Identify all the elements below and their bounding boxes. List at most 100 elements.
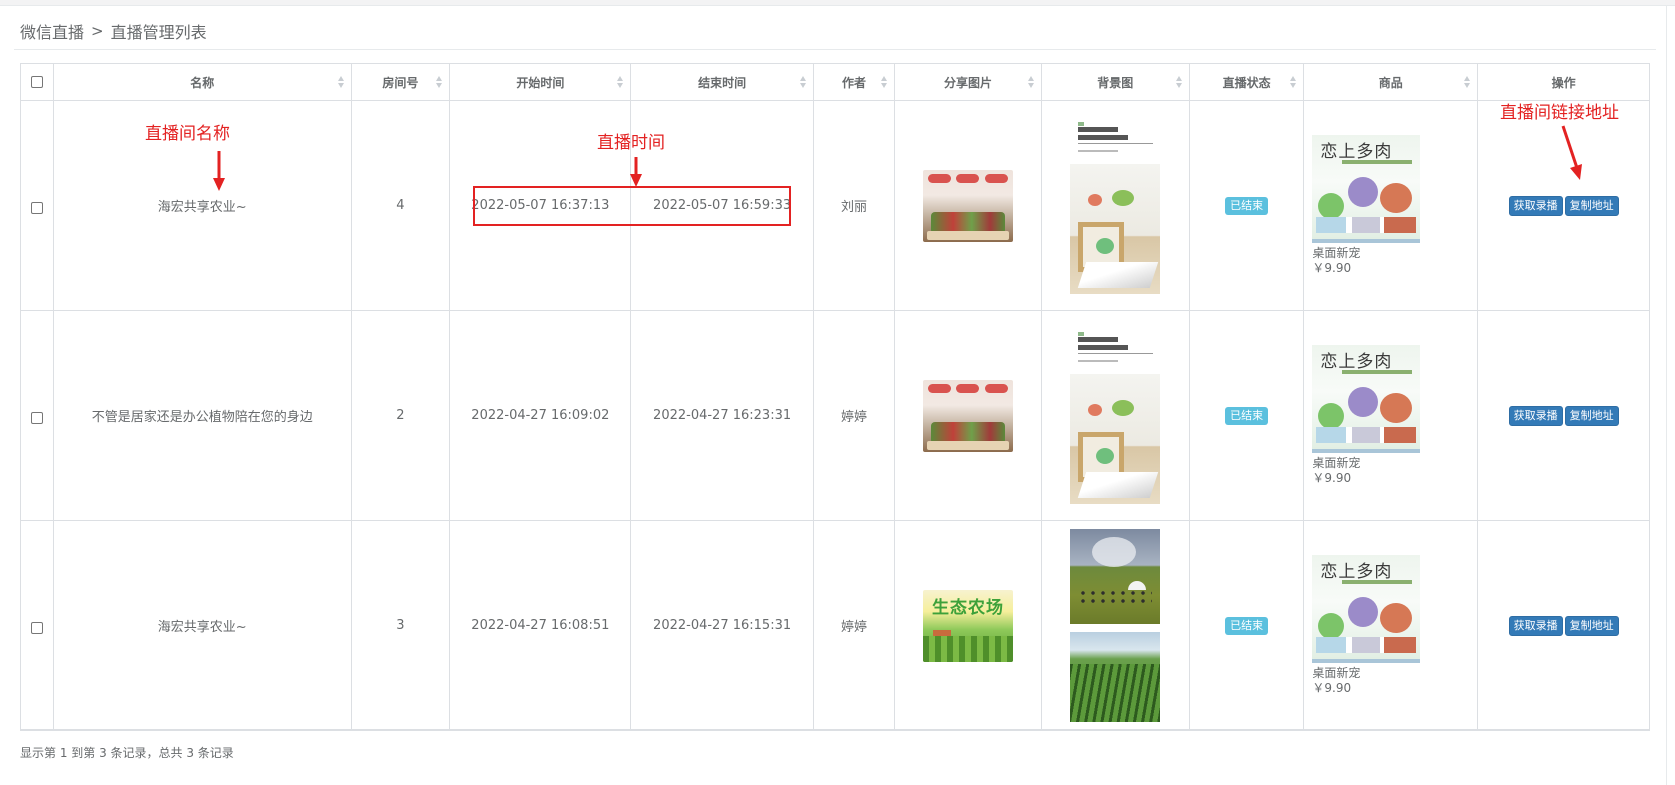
column-header-author[interactable]: 作者 xyxy=(812,63,896,101)
cell-actions: 获取录播 复制地址 xyxy=(1477,310,1650,521)
column-header-background[interactable]: 背景图 xyxy=(1040,63,1190,101)
status-badge: 已结束 xyxy=(1225,196,1269,215)
cell-author: 刘丽 xyxy=(812,100,896,311)
row-checkbox[interactable] xyxy=(30,201,43,214)
right-divider xyxy=(1666,6,1667,785)
cell-start-time: 2022-04-27 16:09:02 xyxy=(449,310,632,521)
table-row: 海宏共享农业~ 4 2022-05-07 16:37:13 2022-05-07… xyxy=(20,100,1650,311)
column-header-end-time[interactable]: 结束时间 xyxy=(630,63,814,101)
breadcrumb: 微信直播 > 直播管理列表 xyxy=(20,19,207,43)
annotation-arrow-icon xyxy=(213,151,225,191)
cell-start-time: 2022-04-27 16:08:51 xyxy=(449,520,632,731)
column-header-status[interactable]: 直播状态 xyxy=(1188,63,1305,101)
copy-address-button[interactable]: 复制地址 xyxy=(1564,615,1619,636)
cell-background xyxy=(1040,520,1190,731)
cell-share-image xyxy=(894,310,1042,521)
copy-address-button[interactable]: 复制地址 xyxy=(1564,405,1619,426)
column-header-start-time[interactable]: 开始时间 xyxy=(449,63,632,101)
cell-author: 婷婷 xyxy=(812,310,896,521)
share-image[interactable] xyxy=(922,169,1013,242)
get-recording-button[interactable]: 获取录播 xyxy=(1508,615,1563,636)
background-image[interactable] xyxy=(1070,163,1161,294)
annotation-live-link: 直播间链接地址 xyxy=(1500,103,1619,123)
status-badge: 已结束 xyxy=(1225,406,1269,425)
table-row: 海宏共享农业~ 3 2022-04-27 16:08:51 2022-04-27… xyxy=(20,520,1650,731)
cell-goods: 恋上多肉 桌面新宠 ￥9.90 xyxy=(1303,100,1479,311)
cell-room: 2 xyxy=(350,310,451,521)
cell-background xyxy=(1040,310,1190,521)
column-header-share-image[interactable]: 分享图片 xyxy=(894,63,1042,101)
sort-icon[interactable] xyxy=(1175,76,1183,90)
copy-address-button[interactable]: 复制地址 xyxy=(1564,195,1619,216)
cell-share-image xyxy=(894,100,1042,311)
select-all-cell xyxy=(20,63,54,101)
goods-price: ￥9.90 xyxy=(1312,471,1352,485)
breadcrumb-divider xyxy=(14,49,1656,50)
row-checkbox[interactable] xyxy=(30,621,43,634)
table-row: 不管是居家还是办公植物陪在您的身边 2 2022-04-27 16:09:02 … xyxy=(20,310,1650,521)
cell-end-time: 2022-04-27 16:15:31 xyxy=(630,520,814,731)
column-header-goods[interactable]: 商品 xyxy=(1303,63,1479,101)
annotation-live-name: 直播间名称 xyxy=(145,124,230,144)
top-strip xyxy=(0,0,1675,6)
cell-status: 已结束 xyxy=(1188,520,1305,731)
background-image[interactable] xyxy=(1070,327,1161,366)
cell-name: 不管是居家还是办公植物陪在您的身边 xyxy=(52,310,352,521)
goods-price: ￥9.90 xyxy=(1312,681,1352,695)
background-image[interactable] xyxy=(1070,373,1161,504)
cell-actions: 获取录播 复制地址 xyxy=(1477,520,1650,731)
goods-name: 桌面新宠 xyxy=(1312,456,1361,470)
table-bottom-divider xyxy=(20,729,1650,730)
select-all-checkbox[interactable] xyxy=(30,75,43,88)
sort-icon[interactable] xyxy=(1027,76,1035,90)
sort-icon[interactable] xyxy=(799,76,807,90)
column-header-name[interactable]: 名称 xyxy=(52,63,352,101)
goods-name: 桌面新宠 xyxy=(1312,246,1361,260)
background-image[interactable] xyxy=(1070,117,1161,156)
goods-image[interactable]: 恋上多肉 xyxy=(1312,135,1421,243)
status-badge: 已结束 xyxy=(1225,616,1269,635)
background-image[interactable] xyxy=(1070,529,1161,624)
column-header-room[interactable]: 房间号 xyxy=(350,63,451,101)
goods-name: 桌面新宠 xyxy=(1312,666,1361,680)
row-select-cell xyxy=(20,100,54,311)
column-header-actions: 操作 xyxy=(1477,63,1650,101)
cell-name: 海宏共享农业~ xyxy=(52,520,352,731)
breadcrumb-root[interactable]: 微信直播 xyxy=(20,19,84,43)
sort-icon[interactable] xyxy=(436,76,443,90)
pagination-info: 显示第 1 到第 3 条记录，总共 3 条记录 xyxy=(20,746,234,760)
live-list-table: 名称 房间号 开始时间 结束时间 作者 分享图片 背景图 直播状态 商品 操作 … xyxy=(20,63,1650,731)
breadcrumb-separator: > xyxy=(91,22,104,40)
cell-background xyxy=(1040,100,1190,311)
share-image[interactable] xyxy=(922,379,1013,452)
goods-price: ￥9.90 xyxy=(1312,261,1352,275)
share-image[interactable]: 生态农场 xyxy=(922,589,1013,662)
breadcrumb-current: 直播管理列表 xyxy=(110,23,207,42)
sort-icon[interactable] xyxy=(617,76,624,90)
sort-icon[interactable] xyxy=(1464,76,1471,90)
background-image[interactable] xyxy=(1070,632,1161,722)
cell-goods: 恋上多肉 桌面新宠 ￥9.90 xyxy=(1303,520,1479,731)
row-checkbox[interactable] xyxy=(30,411,43,424)
row-select-cell xyxy=(20,520,54,731)
cell-share-image: 生态农场 xyxy=(894,520,1042,731)
cell-room: 4 xyxy=(350,100,451,311)
cell-status: 已结束 xyxy=(1188,100,1305,311)
sort-icon[interactable] xyxy=(1290,76,1297,90)
get-recording-button[interactable]: 获取录播 xyxy=(1508,405,1563,426)
goods-image[interactable]: 恋上多肉 xyxy=(1312,555,1421,663)
table-header-row: 名称 房间号 开始时间 结束时间 作者 分享图片 背景图 直播状态 商品 操作 xyxy=(20,63,1650,101)
goods-image[interactable]: 恋上多肉 xyxy=(1312,345,1421,453)
cell-goods: 恋上多肉 桌面新宠 ￥9.90 xyxy=(1303,310,1479,521)
sort-icon[interactable] xyxy=(337,76,345,90)
time-highlight-box xyxy=(473,186,791,226)
annotation-live-time: 直播时间 xyxy=(597,133,665,153)
cell-end-time: 2022-04-27 16:23:31 xyxy=(630,310,814,521)
cell-status: 已结束 xyxy=(1188,310,1305,521)
cell-room: 3 xyxy=(350,520,451,731)
sort-icon[interactable] xyxy=(881,76,888,90)
cell-author: 婷婷 xyxy=(812,520,896,731)
annotation-arrow-icon xyxy=(630,157,642,187)
get-recording-button[interactable]: 获取录播 xyxy=(1508,195,1563,216)
annotation-arrow-icon xyxy=(1561,125,1582,180)
